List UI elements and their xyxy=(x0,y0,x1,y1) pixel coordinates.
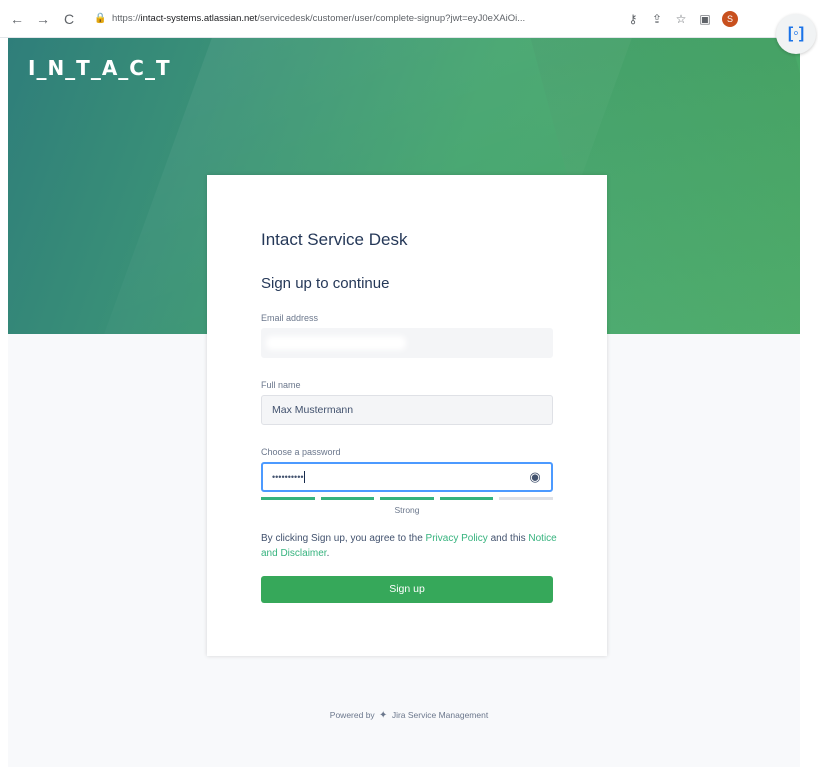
browser-toolbar: ← → C 🔒 https://intact-systems.atlassian… xyxy=(0,0,800,38)
address-bar[interactable]: 🔒 https://intact-systems.atlassian.net/s… xyxy=(88,6,618,31)
email-field[interactable] xyxy=(261,328,553,358)
reload-icon[interactable]: C xyxy=(60,10,78,28)
privacy-policy-link[interactable]: Privacy Policy xyxy=(426,533,488,544)
lens-icon[interactable]: [◦] xyxy=(776,14,816,54)
strength-segment xyxy=(380,497,434,500)
url-path: /servicedesk/customer/user/complete-sign… xyxy=(257,13,526,24)
page-edge xyxy=(800,38,818,767)
strength-segment xyxy=(499,497,553,500)
password-label: Choose a password xyxy=(261,447,341,457)
powered-product[interactable]: Jira Service Management xyxy=(392,710,488,720)
password-strength-meter xyxy=(261,497,553,500)
strength-segment xyxy=(320,497,375,500)
url-prefix: https:// xyxy=(112,13,141,24)
forward-icon[interactable]: → xyxy=(34,10,52,28)
signup-button[interactable]: Sign up xyxy=(261,576,553,603)
fullname-label: Full name xyxy=(261,380,301,390)
terms-prefix: By clicking Sign up, you agree to the xyxy=(261,533,426,544)
fullname-value: Max Mustermann xyxy=(272,404,354,416)
card-subtitle: Sign up to continue xyxy=(261,275,390,292)
brand-logo[interactable]: I_N_T_A_C_T xyxy=(28,56,171,80)
profile-avatar[interactable]: S xyxy=(722,10,738,27)
share-icon[interactable]: ⇪ xyxy=(648,10,666,28)
url-text: https://intact-systems.atlassian.net/ser… xyxy=(112,13,525,24)
star-icon[interactable]: ☆ xyxy=(672,10,690,28)
password-strength-label: Strong xyxy=(394,505,420,515)
jira-icon: ✦ xyxy=(379,710,388,721)
password-value: •••••••••• xyxy=(272,472,304,482)
fullname-field[interactable]: Max Mustermann xyxy=(261,395,553,425)
password-field[interactable]: •••••••••• ◉ xyxy=(261,462,553,492)
powered-by: Powered by ✦ Jira Service Management xyxy=(0,710,818,721)
strength-segment xyxy=(439,497,494,500)
eye-icon[interactable]: ◉ xyxy=(527,469,543,485)
powered-prefix: Powered by xyxy=(329,710,375,720)
email-value-redacted xyxy=(266,336,406,350)
terms-suffix: . xyxy=(326,548,330,559)
email-label: Email address xyxy=(261,313,319,323)
lock-icon: 🔒 xyxy=(94,12,107,24)
url-host: intact-systems.atlassian.net xyxy=(140,13,258,24)
terms-mid: and this xyxy=(487,533,529,544)
terms-text: By clicking Sign up, you agree to the Pr… xyxy=(261,531,561,561)
signup-card: Intact Service Desk Sign up to continue … xyxy=(207,175,607,656)
card-title: Intact Service Desk xyxy=(261,230,408,249)
back-icon[interactable]: ← xyxy=(8,10,26,28)
strength-segment xyxy=(261,497,315,500)
sidepanel-icon[interactable]: ▣ xyxy=(696,10,714,28)
key-icon[interactable]: ⚷ xyxy=(624,10,642,28)
text-caret xyxy=(303,471,305,484)
